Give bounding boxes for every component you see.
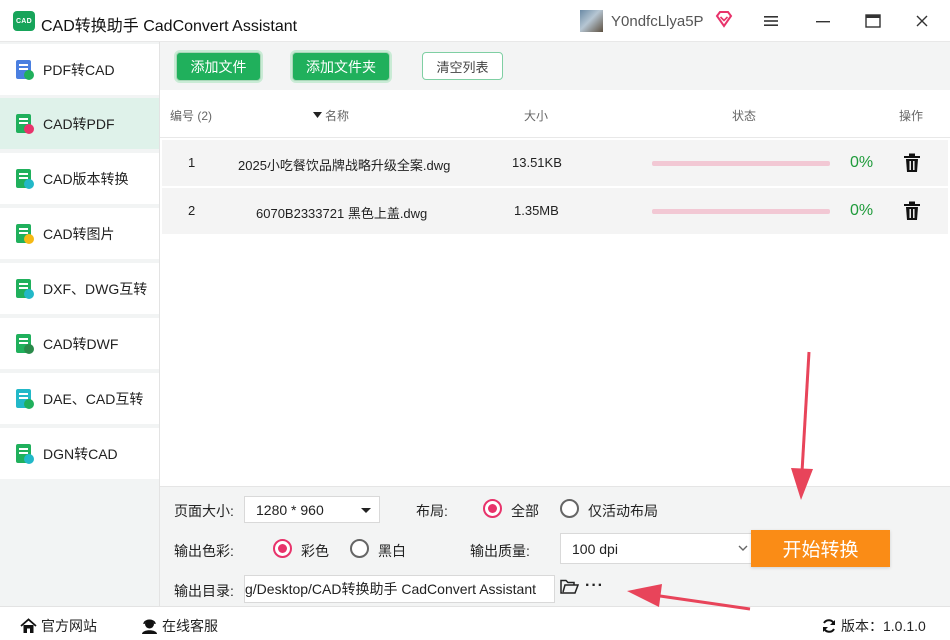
sidebar-item-label: CAD转DWF (43, 335, 119, 352)
start-convert-button[interactable]: 开始转换 (751, 530, 890, 567)
app-logo-icon: CAD (13, 11, 35, 31)
page-size-value: 1280 * 960 (256, 501, 324, 518)
row-progress-percent: 0% (850, 154, 874, 171)
header-index: 编号 (2) (170, 109, 213, 123)
chevron-down-icon (361, 508, 371, 513)
header-name-label: 名称 (325, 109, 350, 123)
online-support-link[interactable]: 在线客服 (141, 616, 218, 636)
dxf-dwg-icon (16, 279, 34, 299)
sidebar-item-label: PDF转CAD (43, 61, 115, 78)
output-dir-label: 输出目录: (174, 583, 234, 599)
sidebar-item-label: CAD转PDF (43, 115, 115, 132)
quality-value: 100 dpi (572, 540, 618, 557)
add-folder-button[interactable]: 添加文件夹 (292, 52, 390, 81)
sidebar-item-pdf-to-cad[interactable]: PDF转CAD (0, 44, 159, 95)
row-file-name: 2025小吃餐饮品牌战略升级全案.dwg (238, 158, 451, 173)
sidebar-item-cad-to-pdf[interactable]: CAD转PDF (0, 98, 159, 149)
user-avatar[interactable] (580, 10, 603, 32)
table-row[interactable]: 2 6070B2333721 黑色上盖.dwg 1.35MB 0% (162, 188, 948, 234)
header-action: 操作 (899, 109, 924, 123)
sidebar-item-label: CAD版本转换 (43, 170, 129, 187)
row-file-name: 6070B2333721 黑色上盖.dwg (256, 206, 428, 221)
file-table: 编号 (2) 名称 大小 状态 操作 1 2025小吃餐饮品牌战略升级全案.dw… (160, 90, 950, 486)
table-header: 编号 (2) 名称 大小 状态 操作 (160, 90, 950, 138)
header-size: 大小 (524, 109, 549, 123)
color-bw-label: 黑白 (378, 543, 406, 559)
page-size-select[interactable]: 1280 * 960 (244, 496, 380, 523)
sidebar-item-cad-version[interactable]: CAD版本转换 (0, 153, 159, 204)
pdf-to-cad-icon (16, 60, 34, 80)
output-quality-label: 输出质量: (470, 543, 530, 559)
clear-list-button[interactable]: 清空列表 (422, 52, 503, 80)
dgn-to-cad-icon (16, 444, 34, 464)
layout-label: 布局: (416, 503, 448, 519)
sidebar-item-label: DAE、CAD互转 (43, 390, 144, 407)
sidebar-item-dxf-dwg[interactable]: DXF、DWG互转 (0, 263, 159, 314)
minimize-icon[interactable] (812, 10, 834, 32)
menu-icon[interactable] (760, 10, 782, 32)
app-title: CAD转换助手 CadConvert Assistant (41, 18, 298, 35)
cad-to-dwf-icon (16, 334, 34, 354)
cad-version-icon (16, 169, 34, 189)
color-color-radio[interactable] (273, 539, 292, 558)
options-panel: 页面大小: 1280 * 960 布局: 全部 仅活动布局 输出色彩: 彩色 黑… (160, 486, 950, 606)
sidebar-item-dae-cad[interactable]: DAE、CAD互转 (0, 373, 159, 424)
refresh-icon[interactable] (821, 618, 837, 634)
maximize-icon[interactable] (862, 10, 884, 32)
official-website-label: 官方网站 (41, 618, 97, 634)
row-index: 1 (188, 155, 196, 170)
home-icon (20, 618, 37, 633)
sidebar: PDF转CAD CAD转PDF CAD版本转换 CAD转图片 DXF、DWG互转… (0, 42, 159, 606)
cad-to-pdf-icon (16, 114, 34, 134)
user-name[interactable]: Y0ndfcLlya5P (611, 13, 704, 30)
quality-select[interactable]: 100 dpi (560, 533, 753, 564)
row-progress-bar (652, 209, 830, 214)
page-size-label: 页面大小: (174, 503, 234, 519)
layout-active-radio[interactable] (560, 499, 579, 518)
toolbar: 添加文件 添加文件夹 清空列表 (160, 42, 950, 90)
sidebar-item-label: DXF、DWG互转 (43, 280, 148, 297)
version-info: 版本：1.0.1.0 (821, 616, 926, 636)
row-progress-bar (652, 161, 830, 166)
sidebar-item-label: DGN转CAD (43, 445, 118, 462)
row-file-size: 1.35MB (514, 203, 559, 218)
layout-all-label: 全部 (511, 503, 539, 519)
output-dir-value: g/Desktop/CAD转换助手 CadConvert Assistant (245, 581, 536, 597)
sidebar-item-label: CAD转图片 (43, 225, 115, 242)
status-bar: 官方网站 在线客服 版本：1.0.1.0 (0, 606, 950, 640)
dae-cad-icon (16, 389, 34, 409)
cad-to-image-icon (16, 224, 34, 244)
version-label: 版本：1.0.1.0 (841, 618, 926, 634)
online-support-label: 在线客服 (162, 618, 218, 634)
title-bar: CAD CAD转换助手 CadConvert Assistant Y0ndfcL… (0, 0, 950, 42)
sidebar-item-cad-to-image[interactable]: CAD转图片 (0, 208, 159, 259)
row-progress-percent: 0% (850, 202, 874, 219)
sidebar-item-cad-to-dwf[interactable]: CAD转DWF (0, 318, 159, 369)
color-color-label: 彩色 (301, 543, 329, 559)
layout-all-radio[interactable] (483, 499, 502, 518)
add-file-button[interactable]: 添加文件 (176, 52, 261, 81)
official-website-link[interactable]: 官方网站 (20, 616, 97, 636)
chevron-down-icon (738, 545, 748, 551)
more-options-icon[interactable]: ··· (585, 577, 604, 595)
row-file-size: 13.51KB (512, 155, 562, 170)
color-bw-radio[interactable] (350, 539, 369, 558)
close-icon[interactable] (911, 10, 933, 32)
sidebar-item-dgn-to-cad[interactable]: DGN转CAD (0, 428, 159, 479)
delete-icon[interactable] (903, 201, 921, 221)
header-name[interactable]: 名称 (313, 107, 349, 124)
table-row[interactable]: 1 2025小吃餐饮品牌战略升级全案.dwg 13.51KB 0% (162, 140, 948, 186)
folder-open-icon[interactable] (560, 579, 579, 595)
sort-down-icon[interactable] (313, 112, 322, 119)
row-index: 2 (188, 203, 196, 218)
delete-icon[interactable] (903, 153, 921, 173)
output-dir-field[interactable]: g/Desktop/CAD转换助手 CadConvert Assistant (244, 575, 555, 603)
support-agent-icon (142, 619, 157, 634)
layout-active-label: 仅活动布局 (588, 503, 658, 519)
header-status: 状态 (732, 109, 757, 123)
vip-diamond-icon[interactable] (715, 10, 733, 31)
output-color-label: 输出色彩: (174, 543, 234, 559)
